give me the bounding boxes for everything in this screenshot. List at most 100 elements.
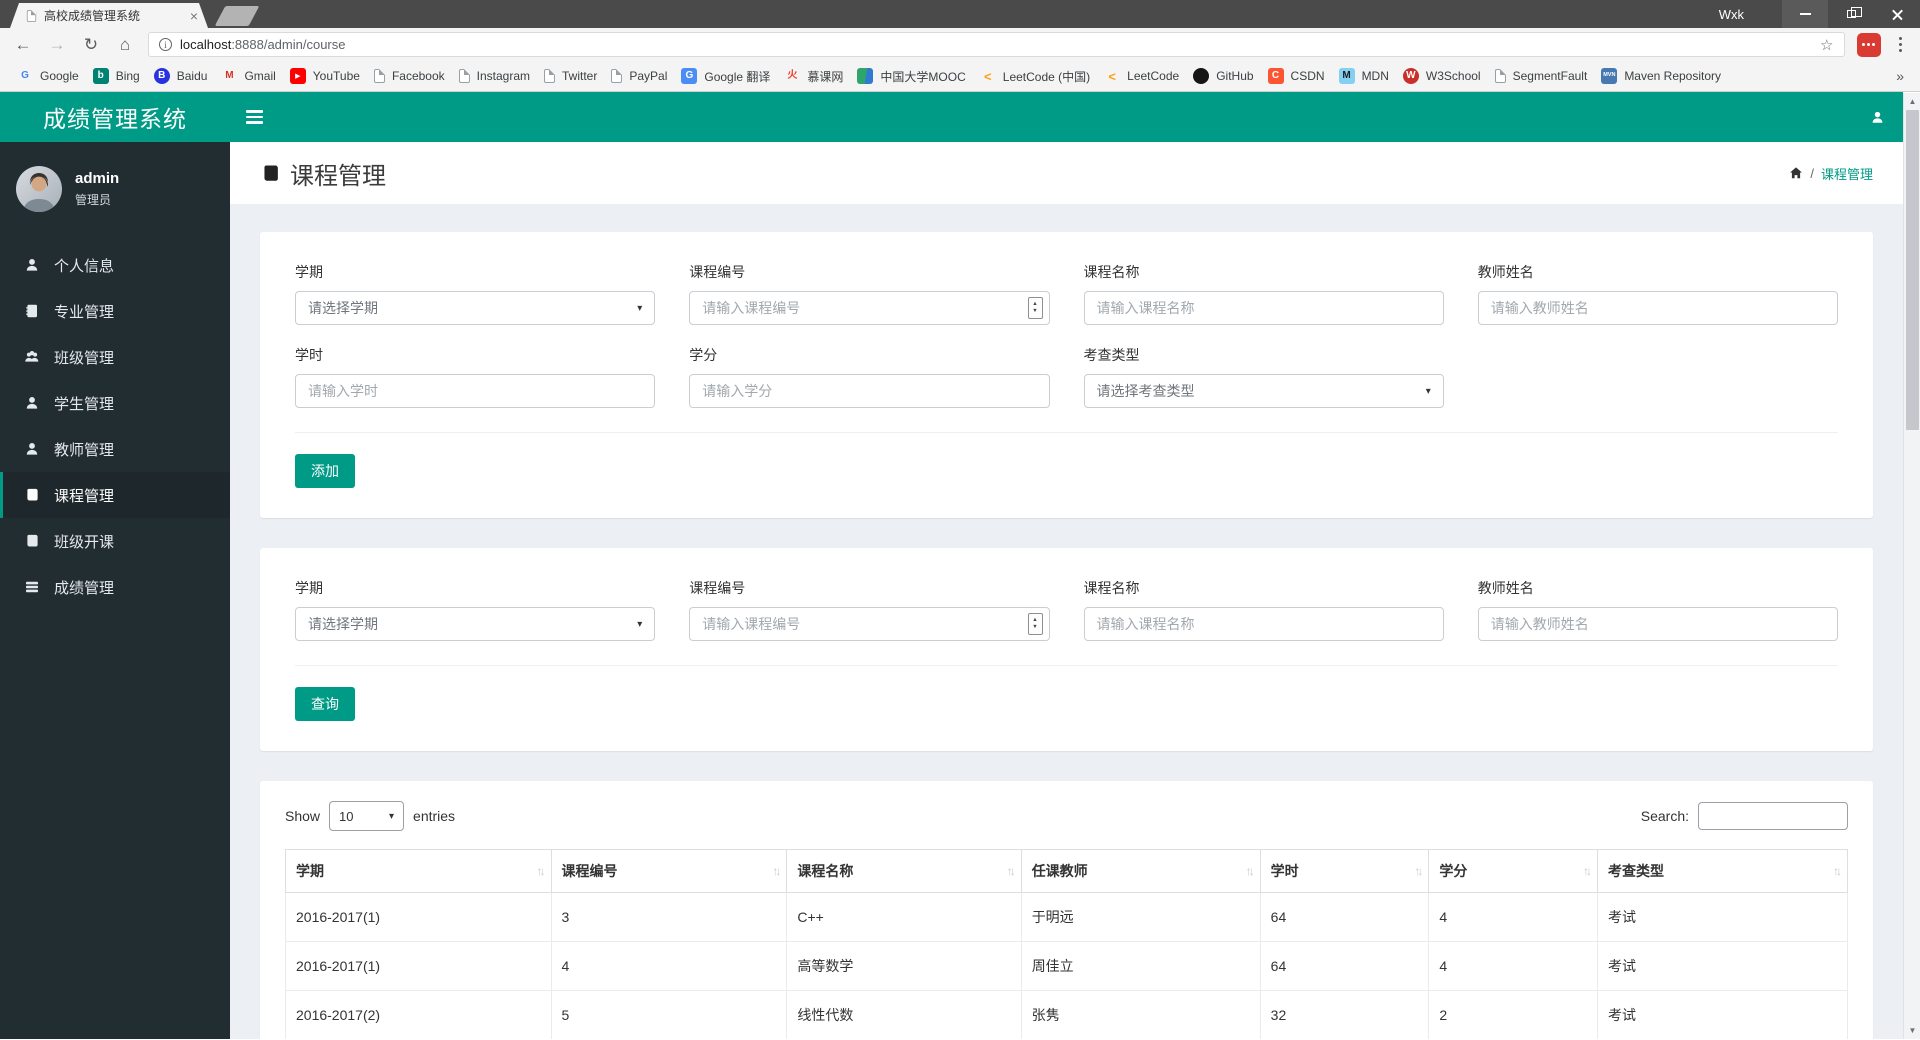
bookmark-favicon: MVN xyxy=(1601,68,1618,84)
bookmark-item[interactable]: GitHub xyxy=(1186,65,1260,87)
forward-button[interactable]: → xyxy=(46,35,68,55)
sidebar-menu-item[interactable]: 个人信息 xyxy=(0,242,230,288)
reload-button[interactable]: ↻ xyxy=(80,35,102,55)
query-button[interactable]: 查询 xyxy=(295,687,355,721)
browser-profile-button[interactable]: Wxk xyxy=(1719,7,1744,22)
address-bar[interactable]: i localhost:8888/admin/course ☆ xyxy=(148,32,1845,57)
text-input[interactable] xyxy=(689,374,1050,408)
page-info-icon[interactable]: i xyxy=(159,38,172,51)
sort-icon: ↑↓ xyxy=(1006,864,1016,878)
bookmark-item[interactable]: < LeetCode xyxy=(1097,65,1186,87)
text-input[interactable] xyxy=(1083,291,1444,325)
select-field[interactable]: 请选择学期 ▾ xyxy=(295,607,656,641)
field-label: 教师姓名 xyxy=(1477,264,1534,280)
text-input[interactable] xyxy=(1083,607,1444,641)
text-input[interactable] xyxy=(1477,607,1838,641)
column-header[interactable]: 考查类型 ↑↓ xyxy=(1597,849,1848,893)
text-input[interactable] xyxy=(295,374,656,408)
bookmark-item[interactable]: Twitter xyxy=(537,66,604,86)
minimize-button[interactable] xyxy=(1782,0,1828,28)
column-header[interactable]: 学期 ↑↓ xyxy=(285,849,552,893)
bookmark-label: MDN xyxy=(1361,69,1389,83)
bookmark-item[interactable]: MVN Maven Repository xyxy=(1594,65,1728,87)
cell-credits: 4 xyxy=(1428,892,1599,942)
sidebar-menu-item[interactable]: 成绩管理 xyxy=(0,564,230,610)
bookmark-item[interactable]: G Google 翻译 xyxy=(674,65,777,88)
bookmark-favicon: b xyxy=(92,68,109,84)
bookmark-item[interactable]: M Gmail xyxy=(214,65,282,87)
bookmark-item[interactable]: C CSDN xyxy=(1261,65,1332,87)
cell-name: C++ xyxy=(786,892,1022,942)
select-field[interactable]: 请选择学期 ▾ xyxy=(295,291,656,325)
bookmark-item[interactable]: M MDN xyxy=(1332,65,1396,87)
add-button[interactable]: 添加 xyxy=(295,454,355,488)
sidebar-menu-item[interactable]: 教师管理 xyxy=(0,426,230,472)
close-button[interactable] xyxy=(1874,0,1920,28)
extension-icon[interactable] xyxy=(1856,32,1881,57)
home-icon[interactable] xyxy=(1789,166,1803,180)
sidebar-menu-item[interactable]: 专业管理 xyxy=(0,288,230,334)
sidebar-menu-item[interactable]: 课程管理 xyxy=(0,472,230,518)
number-input[interactable] xyxy=(689,291,1050,325)
search-course-panel: 学期 请选择学期 ▾ 课程编号 请输入课程编号 ▲ ▼ 课程名称 请输入课程名称… xyxy=(260,548,1873,751)
number-input[interactable] xyxy=(689,607,1050,641)
breadcrumb-separator: / xyxy=(1810,165,1814,181)
scrollbar-up-icon[interactable]: ▲ xyxy=(1904,93,1920,110)
column-header[interactable]: 课程编号 ↑↓ xyxy=(550,849,788,893)
column-header[interactable]: 课程名称 ↑↓ xyxy=(786,849,1022,893)
bookmark-item[interactable]: PayPal xyxy=(604,66,674,86)
browser-tab[interactable]: 高校成绩管理系统 × xyxy=(10,3,208,28)
app-brand[interactable]: 成绩管理系统 xyxy=(0,92,230,142)
content-header: 课程管理 / 课程管理 xyxy=(230,142,1903,204)
bookmark-item[interactable]: Facebook xyxy=(367,66,452,86)
back-button[interactable]: ← xyxy=(12,35,34,55)
text-input[interactable] xyxy=(1477,291,1838,325)
restore-button[interactable] xyxy=(1828,0,1874,28)
select-field[interactable]: 请选择考查类型 ▾ xyxy=(1083,374,1444,408)
table-search-input[interactable] xyxy=(1698,802,1848,830)
bookmark-label: Gmail xyxy=(244,69,276,83)
new-tab-button[interactable] xyxy=(214,6,260,26)
bookmark-item[interactable]: < LeetCode (中国) xyxy=(973,65,1097,88)
scrollbar-down-icon[interactable]: ▼ xyxy=(1904,1022,1920,1039)
column-header[interactable]: 学时 ↑↓ xyxy=(1259,849,1430,893)
bookmark-item[interactable]: 中国大学MOOC xyxy=(850,65,972,88)
menu-item-icon xyxy=(24,395,40,411)
breadcrumb-current[interactable]: 课程管理 xyxy=(1821,164,1873,183)
field-label: 学分 xyxy=(689,347,718,363)
page-favicon xyxy=(27,10,36,22)
sidebar-menu-item[interactable]: 学生管理 xyxy=(0,380,230,426)
bookmark-item[interactable]: Instagram xyxy=(452,66,537,86)
scrollbar-thumb[interactable] xyxy=(1906,110,1919,430)
bookmark-item[interactable]: ▶ YouTube xyxy=(283,65,367,87)
menu-item-label: 成绩管理 xyxy=(54,579,115,597)
column-header[interactable]: 任课教师 ↑↓ xyxy=(1020,849,1261,893)
number-spinner[interactable]: ▲ ▼ xyxy=(1027,613,1043,635)
cell-hours: 64 xyxy=(1259,941,1430,991)
bookmark-item[interactable]: G Google xyxy=(10,65,86,87)
bookmark-item[interactable]: SegmentFault xyxy=(1488,66,1595,86)
bookmark-item[interactable]: W W3School xyxy=(1396,65,1488,87)
page-scrollbar[interactable]: ▲ ▼ xyxy=(1903,93,1920,1039)
user-icon xyxy=(1870,110,1885,125)
cell-term: 2016-2017(1) xyxy=(285,892,552,942)
navbar-user-button[interactable] xyxy=(1851,92,1903,142)
course-table: 学期 ↑↓ 课程编号 ↑↓ 课程名称 ↑↓ 任课教师 ↑↓ 学时 ↑↓ 学分 ↑… xyxy=(285,849,1848,1039)
bookmark-star-icon[interactable]: ☆ xyxy=(1820,36,1833,54)
browser-menu-icon[interactable] xyxy=(1893,36,1909,53)
cell-term: 2016-2017(2) xyxy=(285,990,552,1039)
home-button[interactable]: ⌂ xyxy=(114,35,136,55)
bookmark-item[interactable]: b Bing xyxy=(86,65,147,87)
bookmark-item[interactable]: B Baidu xyxy=(147,65,215,87)
bookmark-item[interactable]: 火 慕课网 xyxy=(777,65,850,88)
number-spinner[interactable]: ▲ ▼ xyxy=(1027,297,1043,319)
sort-icon: ↑↓ xyxy=(1583,864,1592,878)
sidebar-menu-item[interactable]: 班级管理 xyxy=(0,334,230,380)
tab-title: 高校成绩管理系统 xyxy=(44,9,141,23)
tab-close-icon[interactable]: × xyxy=(190,8,198,24)
bookmarks-overflow-chevron[interactable]: » xyxy=(1890,68,1910,84)
page-size-select[interactable]: 10 ▾ xyxy=(329,801,405,831)
sidebar-menu-item[interactable]: 班级开课 xyxy=(0,518,230,564)
column-header[interactable]: 学分 ↑↓ xyxy=(1428,849,1599,893)
sidebar-toggle-icon[interactable] xyxy=(230,92,278,142)
